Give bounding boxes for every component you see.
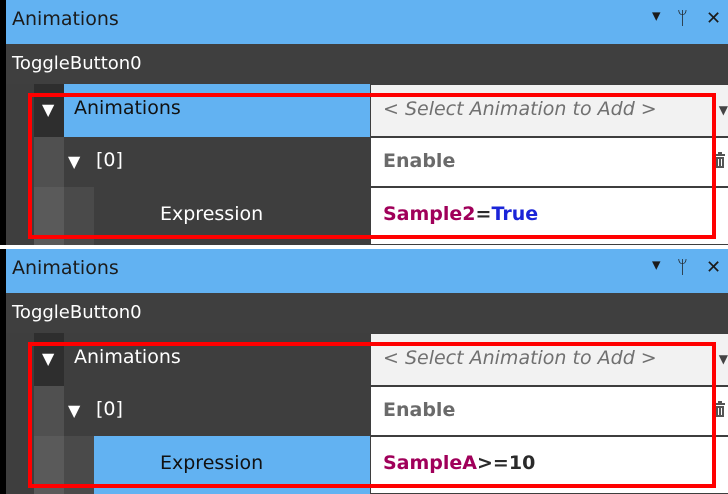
row-gutter xyxy=(34,187,64,245)
chevron-down-icon[interactable]: ▼ xyxy=(719,103,728,117)
panel-title: Animations xyxy=(12,8,119,30)
expression-operand: 10 xyxy=(508,452,536,474)
expand-triangle-icon[interactable]: ▼ xyxy=(42,349,54,368)
property-grid: ▼ Animations < Select Animation to Add >… xyxy=(34,84,728,245)
select-animation-placeholder: < Select Animation to Add > xyxy=(383,98,657,120)
property-grid: ▼ Animations < Select Animation to Add >… xyxy=(34,333,728,494)
panel-title: Animations xyxy=(12,257,119,279)
index-label: [0] xyxy=(96,149,123,171)
animations-label: Animations xyxy=(74,97,181,119)
object-name: ToggleButton0 xyxy=(12,302,142,323)
trash-icon[interactable] xyxy=(714,401,726,417)
animations-row[interactable]: ▼ Animations < Select Animation to Add >… xyxy=(34,333,728,386)
close-icon[interactable]: ✕ xyxy=(706,257,721,278)
animations-label: Animations xyxy=(74,346,181,368)
row-gutter xyxy=(64,187,94,245)
expression-name-cell[interactable]: Expression xyxy=(94,436,370,494)
expression-label: Expression xyxy=(160,452,264,474)
expression-value: Sample2=True xyxy=(383,203,538,225)
animation-type-cell[interactable]: Enable xyxy=(371,387,728,435)
object-name-bar: ToggleButton0 xyxy=(6,293,728,333)
expression-operator: >= xyxy=(477,452,509,474)
expression-operator: = xyxy=(475,203,492,225)
expand-triangle-icon[interactable]: ▼ xyxy=(68,401,80,420)
select-animation-placeholder: < Select Animation to Add > xyxy=(383,347,657,369)
animations-name-cell[interactable]: ▼ Animations xyxy=(42,333,370,386)
expression-input[interactable]: SampleA>=10 xyxy=(371,437,728,493)
pin-icon[interactable]: ᛘ xyxy=(677,257,688,278)
close-icon[interactable]: ✕ xyxy=(706,8,721,29)
animation-type: Enable xyxy=(383,399,456,421)
row-gutter xyxy=(34,436,64,494)
index-name-cell[interactable]: ▼ [0] xyxy=(64,386,370,436)
animations-name-cell[interactable]: ▼ Animations xyxy=(42,84,370,137)
expression-value: SampleA>=10 xyxy=(383,452,535,474)
panel-title-bar: Animations ▾ ᛘ ✕ xyxy=(6,0,728,44)
index-label: [0] xyxy=(96,398,123,420)
animation-item-row[interactable]: ▼ [0] Enable xyxy=(34,137,728,187)
index-name-cell[interactable]: ▼ [0] xyxy=(64,137,370,187)
expand-triangle-icon[interactable]: ▼ xyxy=(68,152,80,171)
expression-name-cell[interactable]: Expression xyxy=(94,187,370,245)
chevron-down-icon[interactable]: ▾ xyxy=(652,6,661,26)
object-name: ToggleButton0 xyxy=(12,53,142,74)
chevron-down-icon[interactable]: ▼ xyxy=(719,352,728,366)
expression-input[interactable]: Sample2=True xyxy=(371,188,728,244)
animations-panel-1: Animations ▾ ᛘ ✕ ToggleButton0 ▼ Animati… xyxy=(0,0,728,245)
expression-variable: SampleA xyxy=(383,452,478,474)
expression-row[interactable]: Expression SampleA>=10 xyxy=(34,436,728,494)
panel-title-bar: Animations ▾ ᛘ ✕ xyxy=(6,249,728,293)
animations-row[interactable]: ▼ Animations < Select Animation to Add >… xyxy=(34,84,728,137)
expression-operand: True xyxy=(491,203,539,225)
row-gutter xyxy=(34,386,64,436)
select-animation-dropdown[interactable]: < Select Animation to Add > ▼ xyxy=(371,85,728,136)
object-name-bar: ToggleButton0 xyxy=(6,44,728,84)
animation-type: Enable xyxy=(383,150,456,172)
row-gutter xyxy=(64,436,94,494)
animation-type-cell[interactable]: Enable xyxy=(371,138,728,186)
animation-item-row[interactable]: ▼ [0] Enable xyxy=(34,386,728,436)
expand-triangle-icon[interactable]: ▼ xyxy=(42,100,54,119)
row-gutter xyxy=(34,137,64,187)
trash-icon[interactable] xyxy=(714,152,726,168)
expression-row[interactable]: Expression Sample2=True xyxy=(34,187,728,245)
expression-label: Expression xyxy=(160,203,264,225)
pin-icon[interactable]: ᛘ xyxy=(677,8,688,29)
animations-panel-2: Animations ▾ ᛘ ✕ ToggleButton0 ▼ Animati… xyxy=(0,249,728,494)
select-animation-dropdown[interactable]: < Select Animation to Add > ▼ xyxy=(371,334,728,385)
chevron-down-icon[interactable]: ▾ xyxy=(652,255,661,275)
expression-variable: Sample2 xyxy=(383,203,476,225)
